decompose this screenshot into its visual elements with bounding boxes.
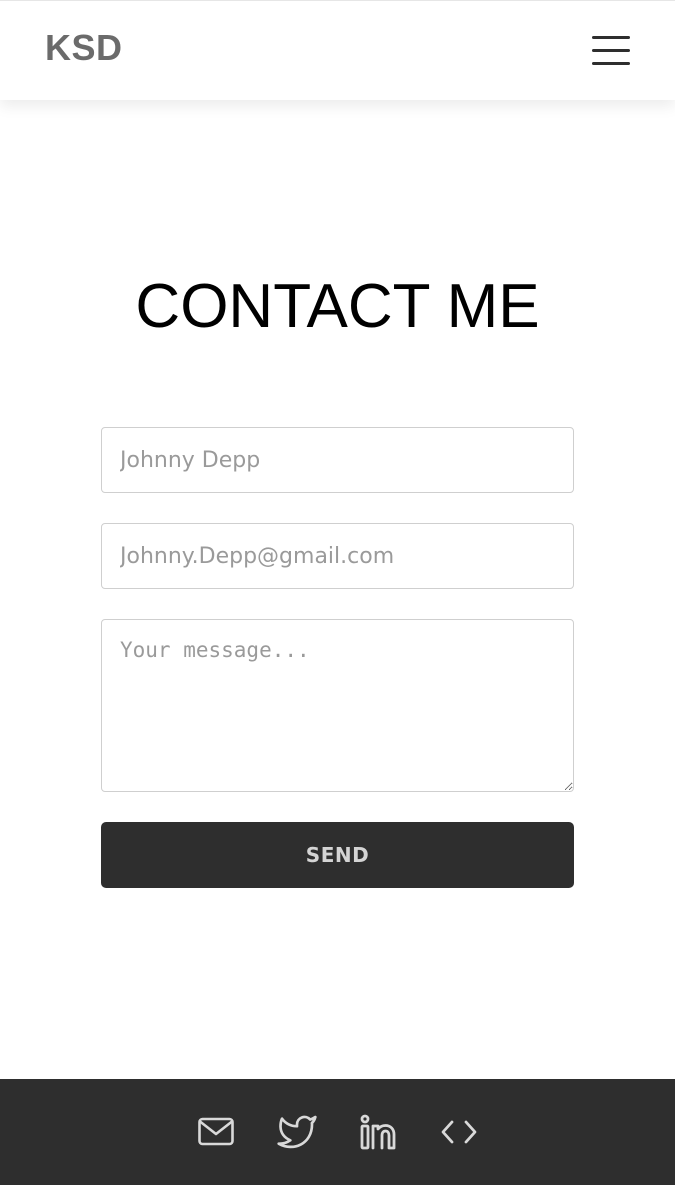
name-field[interactable] — [101, 427, 574, 493]
mail-icon[interactable] — [196, 1112, 236, 1152]
site-logo[interactable]: KSD — [45, 27, 123, 69]
email-field[interactable] — [101, 523, 574, 589]
navbar: KSD — [0, 0, 675, 100]
code-icon[interactable] — [439, 1112, 479, 1152]
page-title: CONTACT ME — [135, 272, 540, 341]
message-field[interactable] — [101, 619, 574, 792]
menu-bar-top — [592, 36, 630, 39]
menu-bar-middle — [592, 49, 630, 52]
footer — [0, 1079, 675, 1185]
send-button[interactable]: SEND — [101, 822, 574, 888]
hamburger-menu-icon[interactable] — [592, 35, 630, 67]
menu-bar-bottom — [592, 62, 630, 65]
linkedin-icon[interactable] — [358, 1112, 398, 1152]
twitter-icon[interactable] — [277, 1112, 317, 1152]
